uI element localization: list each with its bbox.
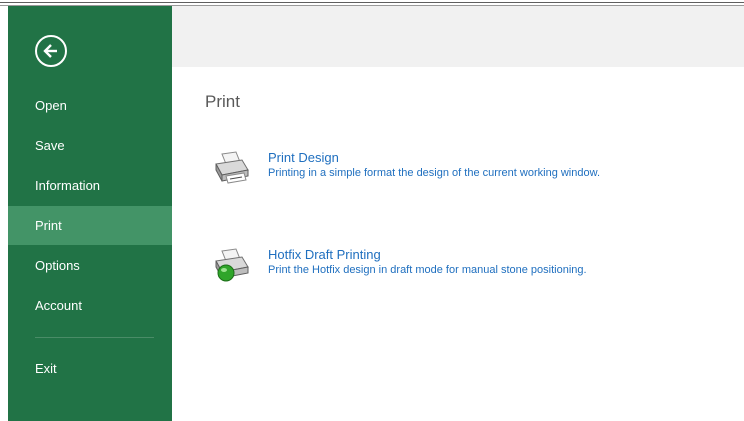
page-title: Print bbox=[205, 92, 240, 111]
hotfix-draft-option[interactable]: Hotfix Draft Printing Print the Hotfix d… bbox=[212, 247, 712, 291]
sidebar-item-print[interactable]: Print bbox=[8, 206, 172, 245]
print-design-option[interactable]: Print Design Printing in a simple format… bbox=[212, 150, 712, 194]
sidebar-item-options[interactable]: Options bbox=[8, 246, 172, 285]
back-arrow-icon bbox=[43, 44, 57, 58]
print-design-description: Printing in a simple format the design o… bbox=[268, 167, 600, 179]
back-button[interactable] bbox=[35, 35, 67, 67]
printer-icon bbox=[215, 151, 249, 184]
sidebar-item-account[interactable]: Account bbox=[8, 286, 172, 325]
hotfix-draft-title[interactable]: Hotfix Draft Printing bbox=[268, 247, 381, 262]
backstage-window: Open Save Information Print Options Acco… bbox=[0, 0, 744, 421]
header-bar bbox=[172, 6, 744, 67]
sidebar-divider bbox=[35, 337, 154, 338]
sidebar-item-information[interactable]: Information bbox=[8, 166, 172, 205]
printer-globe-icon bbox=[215, 248, 249, 282]
sidebar-item-save[interactable]: Save bbox=[8, 126, 172, 165]
backstage-sidebar: Open Save Information Print Options Acco… bbox=[8, 6, 172, 421]
sidebar-item-open[interactable]: Open bbox=[8, 86, 172, 125]
print-design-title[interactable]: Print Design bbox=[268, 150, 339, 165]
sidebar-item-exit[interactable]: Exit bbox=[8, 349, 172, 388]
hotfix-draft-description: Print the Hotfix design in draft mode fo… bbox=[268, 264, 587, 276]
